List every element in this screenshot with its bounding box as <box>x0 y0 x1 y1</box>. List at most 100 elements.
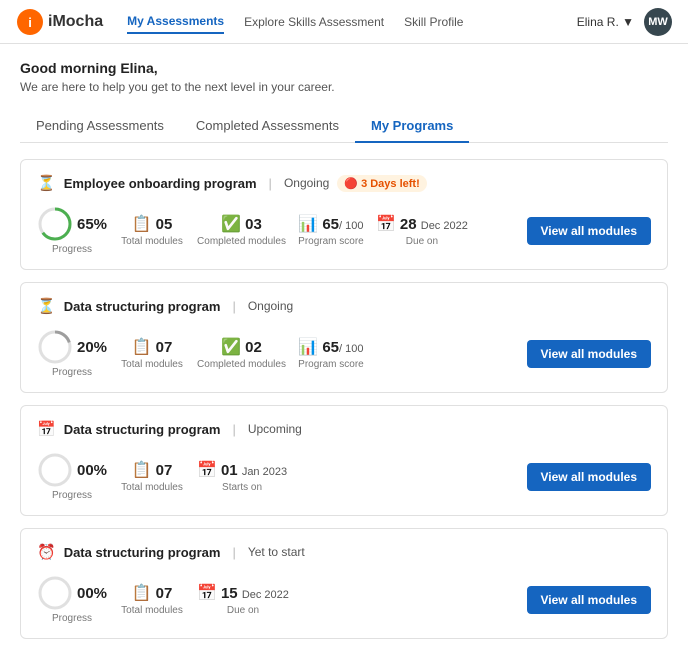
metric-total-modules-1: 📋 07 Total modules <box>117 337 197 370</box>
nav-explore-skills[interactable]: Explore Skills Assessment <box>244 11 384 33</box>
logo-icon: i <box>16 8 44 36</box>
card-icon-1: ⏳ <box>37 297 56 315</box>
metric-total-label-3: Total modules <box>121 605 183 616</box>
view-all-modules-btn-1[interactable]: View all modules <box>527 340 651 368</box>
card-body-0: 65% Progress 📋 05 Total modules ✅ 03 Com… <box>37 206 651 255</box>
metric-due-date-2: 📅 01 Jan 2023 Starts on <box>197 460 297 493</box>
metric-completed-modules-1: ✅ 02 Completed modules <box>197 337 296 370</box>
metric-score-value-0: 65/ 100 <box>322 216 363 233</box>
card-separator-3: | <box>232 545 235 560</box>
badge-days-0: 🔴 3 Days left! <box>337 175 426 192</box>
card-title-3: Data structuring program <box>64 545 221 560</box>
card-status-2: Upcoming <box>248 422 302 436</box>
program-card-2: 📅 Data structuring program | Upcoming 00… <box>20 405 668 516</box>
main-content: Good morning Elina, We are here to help … <box>0 44 688 667</box>
card-status-3: Yet to start <box>248 545 305 559</box>
greeting-subtitle: We are here to help you get to the next … <box>20 80 668 94</box>
metric-due-label-2: Starts on <box>222 482 262 493</box>
metric-due-date-0: 📅 28 Dec 2022 Due on <box>376 214 478 247</box>
completed-icon-0: ✅ <box>221 214 241 234</box>
progress-circle-3 <box>37 575 73 611</box>
card-body-1: 20% Progress 📋 07 Total modules ✅ 02 Com… <box>37 329 651 378</box>
nav-skill-profile[interactable]: Skill Profile <box>404 11 463 33</box>
tab-pending-assessments[interactable]: Pending Assessments <box>20 110 180 143</box>
card-icon-0: ⏳ <box>37 174 56 192</box>
date-icon-0: 📅 <box>376 214 396 234</box>
metric-total-modules-0: 📋 05 Total modules <box>117 214 197 247</box>
card-title-1: Data structuring program <box>64 299 221 314</box>
metric-progress-0: 65% Progress <box>37 206 117 255</box>
logo: i iMocha <box>16 8 103 36</box>
view-all-modules-btn-3[interactable]: View all modules <box>527 586 651 614</box>
card-separator-2: | <box>232 422 235 437</box>
metric-due-label-3: Due on <box>227 605 259 616</box>
metric-due-value-2: 01 Jan 2023 <box>221 462 287 479</box>
metric-completed-label-0: Completed modules <box>197 236 286 247</box>
view-all-modules-btn-2[interactable]: View all modules <box>527 463 651 491</box>
card-separator-1: | <box>232 299 235 314</box>
metric-due-label-0: Due on <box>406 236 438 247</box>
metric-total-value-2: 07 <box>156 462 173 479</box>
metric-due-value-0: 28 Dec 2022 <box>400 216 468 233</box>
greeting: Good morning Elina, We are here to help … <box>20 60 668 94</box>
user-name[interactable]: Elina R. ▼ <box>577 15 634 29</box>
logo-text: iMocha <box>48 13 103 31</box>
view-all-modules-btn-0[interactable]: View all modules <box>527 217 651 245</box>
metric-progress-label-0: Progress <box>52 244 92 255</box>
metric-progress-2: 00% Progress <box>37 452 117 501</box>
completed-icon-1: ✅ <box>221 337 241 357</box>
tabs: Pending Assessments Completed Assessment… <box>20 110 668 143</box>
metric-score-label-0: Program score <box>298 236 364 247</box>
metric-total-modules-3: 📋 07 Total modules <box>117 583 197 616</box>
score-icon-0: 📊 <box>298 214 318 234</box>
header-right: Elina R. ▼ MW <box>577 8 672 36</box>
program-cards: ⏳ Employee onboarding program | Ongoing … <box>20 159 668 639</box>
tab-completed-assessments[interactable]: Completed Assessments <box>180 110 355 143</box>
card-status-0: Ongoing <box>284 176 329 190</box>
metric-total-value-1: 07 <box>156 339 173 356</box>
metric-program-score-0: 📊 65/ 100 Program score <box>296 214 376 247</box>
nav-my-assessments[interactable]: My Assessments <box>127 10 224 34</box>
card-header-0: ⏳ Employee onboarding program | Ongoing … <box>37 174 651 192</box>
metric-total-label-1: Total modules <box>121 359 183 370</box>
progress-circle-1 <box>37 329 73 365</box>
metric-progress-value-3: 00% <box>77 585 107 602</box>
metric-progress-label-3: Progress <box>52 613 92 624</box>
score-icon-1: 📊 <box>298 337 318 357</box>
metric-score-value-1: 65/ 100 <box>322 339 363 356</box>
card-header-2: 📅 Data structuring program | Upcoming <box>37 420 651 438</box>
metric-total-value-0: 05 <box>156 216 173 233</box>
metric-completed-value-1: 02 <box>245 339 262 356</box>
metric-score-label-1: Program score <box>298 359 364 370</box>
card-body-3: 00% Progress 📋 07 Total modules 📅 15 Dec… <box>37 575 651 624</box>
metric-completed-modules-0: ✅ 03 Completed modules <box>197 214 296 247</box>
metric-progress-label-2: Progress <box>52 490 92 501</box>
card-body-2: 00% Progress 📋 07 Total modules 📅 01 Jan… <box>37 452 651 501</box>
card-separator-0: | <box>269 176 272 191</box>
header: i iMocha My Assessments Explore Skills A… <box>0 0 688 44</box>
metric-total-label-0: Total modules <box>121 236 183 247</box>
nav-links: My Assessments Explore Skills Assessment… <box>127 10 577 34</box>
card-title-0: Employee onboarding program <box>64 176 257 191</box>
metric-total-value-3: 07 <box>156 585 173 602</box>
metric-total-label-2: Total modules <box>121 482 183 493</box>
svg-text:i: i <box>28 15 32 30</box>
card-icon-2: 📅 <box>37 420 56 438</box>
program-card-0: ⏳ Employee onboarding program | Ongoing … <box>20 159 668 270</box>
metric-program-score-1: 📊 65/ 100 Program score <box>296 337 376 370</box>
metric-progress-3: 00% Progress <box>37 575 117 624</box>
metric-due-date-3: 📅 15 Dec 2022 Due on <box>197 583 299 616</box>
metric-completed-label-1: Completed modules <box>197 359 286 370</box>
module-icon-0: 📋 <box>132 214 152 234</box>
metric-progress-value-2: 00% <box>77 462 107 479</box>
metric-progress-value-0: 65% <box>77 216 107 233</box>
program-card-3: ⏰ Data structuring program | Yet to star… <box>20 528 668 639</box>
tab-my-programs[interactable]: My Programs <box>355 110 469 143</box>
metric-due-value-3: 15 Dec 2022 <box>221 585 289 602</box>
card-header-1: ⏳ Data structuring program | Ongoing <box>37 297 651 315</box>
date-icon-2: 📅 <box>197 460 217 480</box>
metric-completed-value-0: 03 <box>245 216 262 233</box>
module-icon-2: 📋 <box>132 460 152 480</box>
progress-circle-2 <box>37 452 73 488</box>
card-icon-3: ⏰ <box>37 543 56 561</box>
